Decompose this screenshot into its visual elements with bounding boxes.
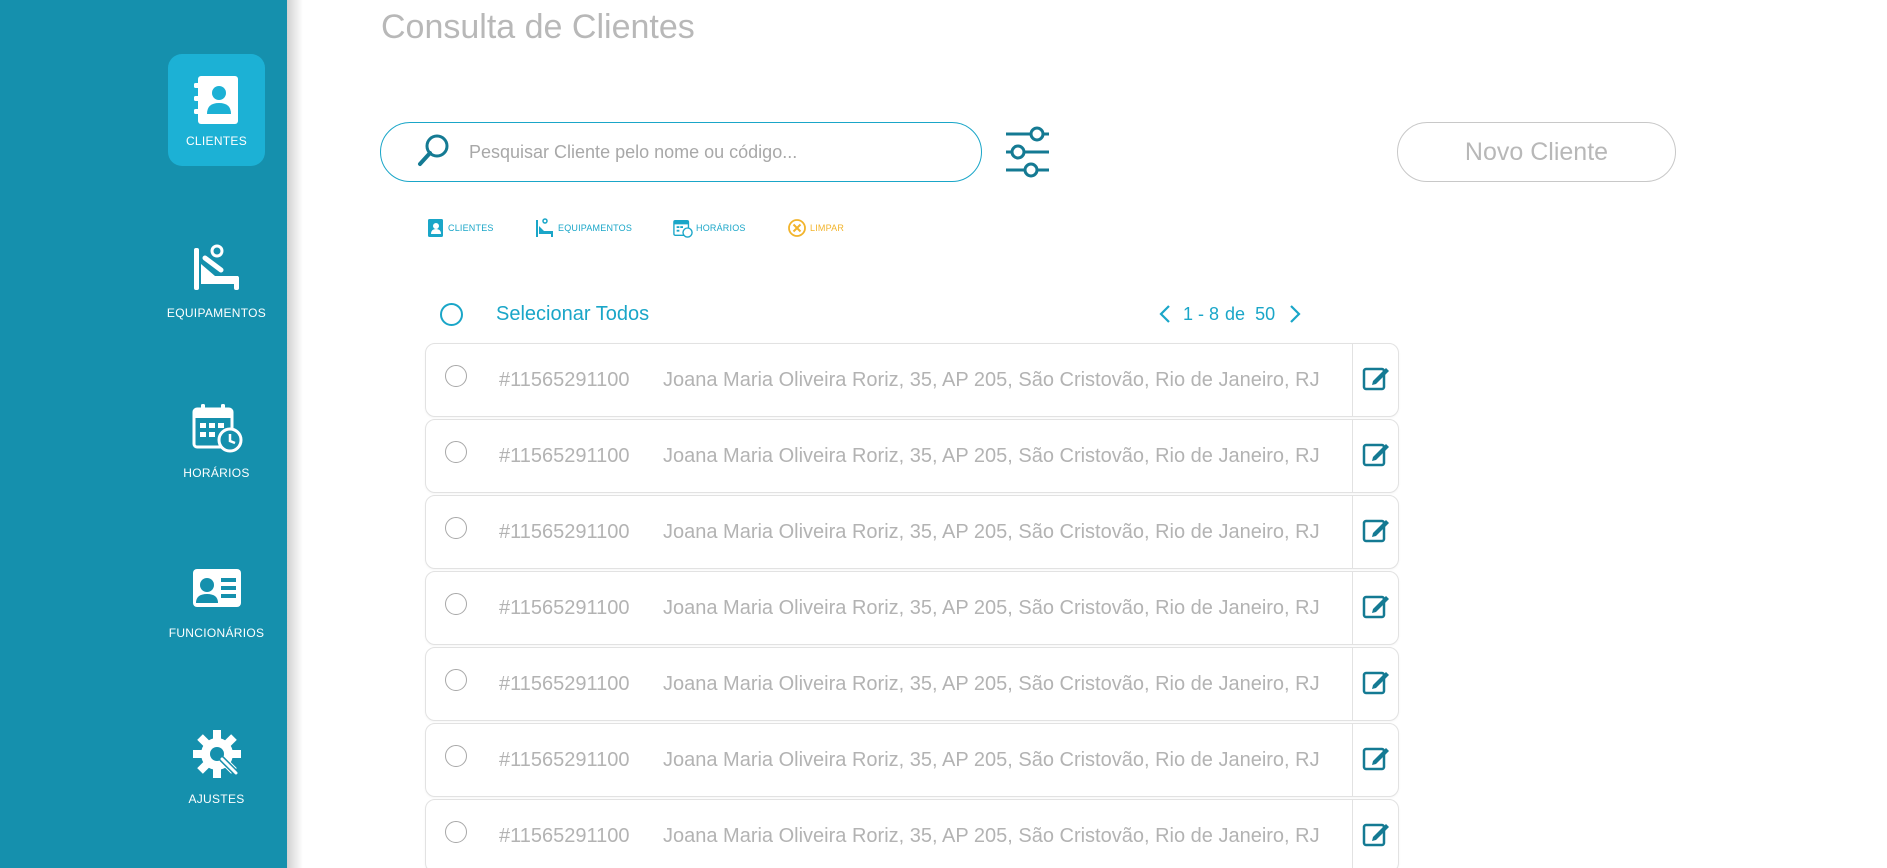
client-code: #11565291100	[499, 672, 630, 695]
client-list: #11565291100 Joana Maria Oliveira Roriz,…	[425, 343, 1399, 868]
pagination-of-label: de	[1225, 303, 1246, 324]
page-title: Consulta de Clientes	[381, 8, 695, 46]
edit-button[interactable]	[1352, 495, 1398, 569]
client-description: Joana Maria Oliveira Roriz, 35, AP 205, …	[663, 824, 1320, 847]
client-code: #11565291100	[499, 748, 630, 771]
edit-button[interactable]	[1352, 799, 1398, 868]
gear-wrench-icon	[189, 726, 245, 782]
client-row[interactable]: #11565291100 Joana Maria Oliveira Roriz,…	[425, 343, 1399, 417]
sidebar-item-label: EQUIPAMENTOS	[166, 306, 267, 320]
id-card-icon	[189, 560, 245, 616]
client-description: Joana Maria Oliveira Roriz, 35, AP 205, …	[663, 748, 1320, 771]
row-select-radio[interactable]	[445, 593, 467, 615]
client-code: #11565291100	[499, 368, 630, 391]
search-input[interactable]	[469, 141, 949, 163]
client-row[interactable]: #11565291100 Joana Maria Oliveira Roriz,…	[425, 571, 1399, 645]
filter-chip-label: CLIENTES	[448, 223, 494, 233]
sliders-icon	[1003, 126, 1053, 182]
new-client-button[interactable]: Novo Cliente	[1397, 122, 1676, 182]
sidebar-item-funcionarios[interactable]: FUNCIONÁRIOS	[168, 560, 265, 640]
row-select-radio[interactable]	[445, 821, 467, 843]
filter-chip-limpar[interactable]: LIMPAR	[787, 217, 844, 239]
client-description: Joana Maria Oliveira Roriz, 35, AP 205, …	[663, 520, 1320, 543]
filter-chip-horarios[interactable]: HORÁRIOS	[673, 217, 746, 239]
row-select-radio[interactable]	[445, 669, 467, 691]
filter-chip-label: EQUIPAMENTOS	[558, 223, 633, 233]
select-all[interactable]: Selecionar Todos	[440, 303, 649, 326]
edit-icon	[1362, 820, 1390, 853]
contact-book-icon	[425, 217, 445, 239]
chevron-right-icon[interactable]	[1285, 302, 1305, 326]
filter-chip-label: LIMPAR	[810, 223, 845, 233]
sidebar-item-horarios[interactable]: HORÁRIOS	[168, 400, 265, 480]
client-description: Joana Maria Oliveira Roriz, 35, AP 205, …	[663, 368, 1320, 391]
filter-chip-equipamentos[interactable]: EQUIPAMENTOS	[535, 217, 632, 239]
sidebar-item-label: FUNCIONÁRIOS	[168, 626, 265, 640]
client-code: #11565291100	[499, 824, 630, 847]
patient-bed-icon	[535, 217, 555, 239]
filter-chip-clientes[interactable]: CLIENTES	[425, 217, 494, 239]
patient-bed-icon	[189, 240, 245, 296]
chevron-left-icon[interactable]	[1155, 302, 1175, 326]
row-select-radio[interactable]	[445, 365, 467, 387]
sidebar-item-equipamentos[interactable]: EQUIPAMENTOS	[166, 240, 267, 320]
edit-button[interactable]	[1352, 343, 1398, 417]
client-description: Joana Maria Oliveira Roriz, 35, AP 205, …	[663, 672, 1320, 695]
row-select-radio[interactable]	[445, 517, 467, 539]
sidebar-item-ajustes[interactable]: AJUSTES	[168, 726, 265, 806]
edit-button[interactable]	[1352, 723, 1398, 797]
clear-circle-icon	[787, 217, 807, 239]
client-code: #11565291100	[499, 520, 630, 543]
row-select-radio[interactable]	[445, 441, 467, 463]
sidebar-shadow	[287, 0, 303, 868]
edit-button[interactable]	[1352, 571, 1398, 645]
contact-book-icon	[189, 72, 245, 128]
app: CLIENTES EQUIPAMENTOS HORÁRIOS FUNCIONÁR…	[0, 0, 1887, 868]
sidebar-item-clientes[interactable]: CLIENTES	[168, 54, 265, 166]
pagination: 1 - 8 de 50	[1155, 302, 1305, 326]
search-box[interactable]	[380, 122, 982, 182]
edit-icon	[1362, 668, 1390, 701]
row-select-radio[interactable]	[445, 745, 467, 767]
search-icon[interactable]	[417, 133, 451, 172]
client-row[interactable]: #11565291100 Joana Maria Oliveira Roriz,…	[425, 419, 1399, 493]
client-row[interactable]: #11565291100 Joana Maria Oliveira Roriz,…	[425, 799, 1399, 868]
edit-icon	[1362, 744, 1390, 777]
sidebar-item-label: CLIENTES	[185, 134, 248, 148]
edit-button[interactable]	[1352, 419, 1398, 493]
client-row[interactable]: #11565291100 Joana Maria Oliveira Roriz,…	[425, 723, 1399, 797]
client-code: #11565291100	[499, 444, 630, 467]
sidebar-item-label: AJUSTES	[188, 792, 245, 806]
pagination-range: 1 - 8	[1183, 303, 1220, 324]
select-all-label: Selecionar Todos	[496, 303, 650, 325]
filter-settings-button[interactable]	[1003, 126, 1053, 178]
calendar-clock-icon	[189, 400, 245, 456]
pagination-total: 50	[1255, 303, 1276, 324]
edit-icon	[1362, 516, 1390, 549]
edit-button[interactable]	[1352, 647, 1398, 721]
client-description: Joana Maria Oliveira Roriz, 35, AP 205, …	[663, 596, 1320, 619]
sidebar: CLIENTES EQUIPAMENTOS HORÁRIOS FUNCIONÁR…	[0, 0, 287, 868]
select-all-radio[interactable]	[440, 303, 463, 326]
client-row[interactable]: #11565291100 Joana Maria Oliveira Roriz,…	[425, 647, 1399, 721]
sidebar-item-label: HORÁRIOS	[183, 466, 250, 480]
client-description: Joana Maria Oliveira Roriz, 35, AP 205, …	[663, 444, 1320, 467]
calendar-clock-icon	[673, 217, 693, 239]
edit-icon	[1362, 592, 1390, 625]
edit-icon	[1362, 364, 1390, 397]
edit-icon	[1362, 440, 1390, 473]
client-row[interactable]: #11565291100 Joana Maria Oliveira Roriz,…	[425, 495, 1399, 569]
filter-chip-label: HORÁRIOS	[696, 223, 746, 233]
client-code: #11565291100	[499, 596, 630, 619]
